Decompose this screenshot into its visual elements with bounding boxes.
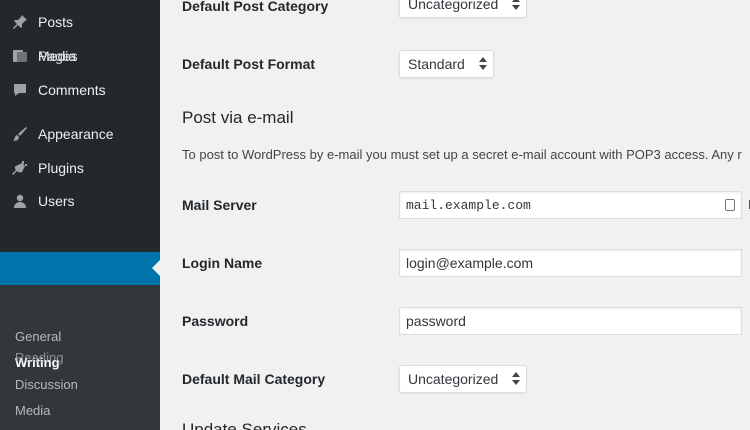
default-mail-category-label: Default Mail Category <box>182 371 326 387</box>
sidebar-item-label: Pages <box>38 48 78 64</box>
default-post-category-select[interactable]: Uncategorized <box>399 0 528 18</box>
select-arrows-icon <box>478 57 487 71</box>
update-services-heading: Update Services <box>182 420 307 430</box>
plug-icon <box>11 159 29 177</box>
submenu-item-media[interactable]: Media <box>15 403 50 418</box>
submenu-item-reading[interactable]: Reading <box>15 350 63 365</box>
post-via-email-heading: Post via e-mail <box>182 108 294 127</box>
select-arrows-icon <box>512 0 521 11</box>
input-value: password <box>406 313 466 329</box>
sidebar-item-plugins[interactable]: Plugins <box>0 154 160 182</box>
input-value: mail.example.com <box>406 197 531 213</box>
sidebar-item-pages[interactable]: Pages <box>0 42 160 70</box>
user-icon <box>11 192 29 210</box>
default-mail-category-select[interactable]: Uncategorized <box>399 365 528 393</box>
select-value: Standard <box>408 56 465 72</box>
settings-submenu: General Writing Reading Discussion Media <box>0 285 160 430</box>
default-post-format-label: Default Post Format <box>182 56 316 72</box>
pin-icon <box>11 13 29 31</box>
submenu-item-discussion[interactable]: Discussion <box>15 377 78 392</box>
select-value: Uncategorized <box>408 0 499 12</box>
settings-menu-item-current[interactable] <box>0 252 160 285</box>
default-post-category-label: Default Post Category <box>182 0 329 14</box>
sidebar-item-comments[interactable]: Comments <box>0 76 160 104</box>
submenu-item-general[interactable]: General <box>15 329 61 344</box>
mail-server-input[interactable]: mail.example.com <box>399 191 742 219</box>
default-post-format-select[interactable]: Standard <box>399 50 494 78</box>
sidebar-item-posts[interactable]: Posts <box>0 8 160 36</box>
login-name-input[interactable]: login@example.com <box>399 249 742 277</box>
input-value: login@example.com <box>406 255 534 271</box>
password-label: Password <box>182 313 249 329</box>
sidebar-item-label: Posts <box>38 14 74 30</box>
brush-icon <box>11 125 29 143</box>
password-input[interactable]: password <box>399 307 742 335</box>
sidebar-item-label: Users <box>38 193 75 209</box>
post-via-email-description: To post to WordPress by e-mail you must … <box>182 147 742 162</box>
sidebar-item-label: Appearance <box>38 126 114 142</box>
sidebar-item-appearance[interactable]: Appearance <box>0 120 160 148</box>
select-value: Uncategorized <box>408 371 499 387</box>
comment-icon <box>11 81 29 99</box>
select-arrows-icon <box>512 372 521 386</box>
sidebar-item-label: Comments <box>38 82 106 98</box>
mail-server-label: Mail Server <box>182 197 257 213</box>
sidebar-item-users[interactable]: Users <box>0 187 160 215</box>
current-indicator-arrow <box>152 260 160 276</box>
admin-sidebar: Posts Media Pages Comments Appearance Pl… <box>0 0 160 430</box>
sidebar-item-label: Plugins <box>38 160 84 176</box>
login-name-label: Login Name <box>182 255 263 271</box>
pages-icon <box>11 47 29 65</box>
keyboard-icon <box>725 199 735 211</box>
settings-main: Default Post Category Uncategorized Defa… <box>160 0 750 430</box>
